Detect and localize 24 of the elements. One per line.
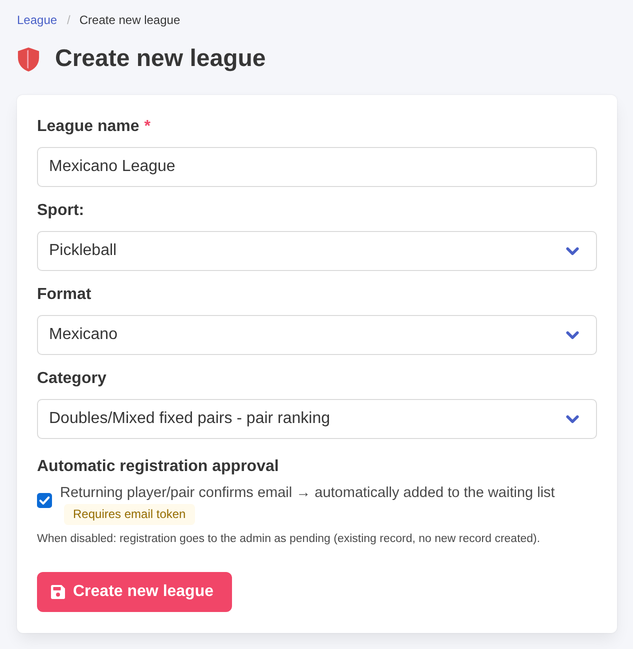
field-label: Format (37, 285, 92, 305)
save-icon (51, 585, 65, 599)
create-league-button[interactable]: Create new league (37, 572, 232, 612)
section-heading: Automatic registration approval (37, 457, 280, 477)
select-field[interactable]: Doubles/Mixed fixed pairs - pair ranking (37, 399, 597, 439)
chevron-down-icon (566, 246, 579, 256)
breadcrumb-separator: / (67, 12, 70, 29)
chevron-down-icon (566, 414, 579, 424)
help-text: When disabled: registration goes to the admin as pending (existing record, no new record created). (37, 532, 542, 546)
field-label: Sport: (37, 201, 84, 221)
checkbox[interactable] (37, 493, 52, 508)
breadcrumb-current: Create new league (79, 12, 180, 29)
field-label: League name (37, 117, 140, 137)
checkbox-label[interactable]: Returning player/pair confirms email → automatically added to the waiting list (60, 482, 555, 504)
required-mark: * (144, 117, 150, 137)
chevron-down-icon (566, 330, 579, 340)
text-input[interactable]: Mexicano League (37, 147, 597, 187)
requirement-badge: Requires email token (64, 504, 195, 525)
breadcrumb-link[interactable]: League (17, 11, 58, 29)
select-field[interactable]: Pickleball (37, 231, 597, 271)
select-field[interactable]: Mexicano (37, 315, 597, 355)
page-title: Create new league (55, 44, 266, 74)
field-label: Category (37, 369, 106, 389)
shield-icon (17, 46, 40, 72)
